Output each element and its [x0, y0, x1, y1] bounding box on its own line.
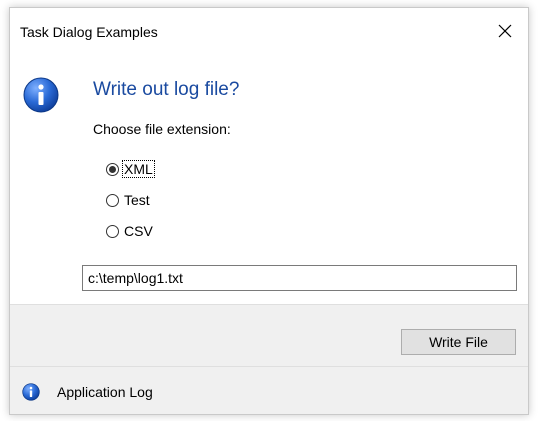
button-area: Write File: [10, 304, 528, 366]
radio-test[interactable]: Test: [106, 190, 151, 210]
title-bar: Task Dialog Examples: [10, 8, 528, 54]
footer: Application Log: [10, 366, 528, 414]
content-text: Choose file extension:: [93, 121, 231, 137]
main-instruction: Write out log file?: [93, 79, 240, 100]
radio-label: Test: [124, 192, 150, 208]
radio-button-checked[interactable]: [106, 162, 119, 176]
radio-csv[interactable]: CSV: [106, 221, 154, 241]
close-button[interactable]: [482, 8, 528, 54]
radio-button[interactable]: [106, 224, 119, 238]
footer-text: Application Log: [57, 384, 153, 400]
radio-xml[interactable]: XML: [106, 159, 155, 179]
radio-label: XML: [122, 160, 155, 178]
window-title: Task Dialog Examples: [20, 24, 158, 40]
information-icon: [23, 77, 59, 113]
dialog-content: Write out log file? Choose file extensio…: [10, 54, 528, 304]
radio-label: CSV: [124, 223, 153, 239]
radio-button[interactable]: [106, 193, 119, 207]
close-icon: [498, 24, 512, 38]
information-icon: [22, 383, 40, 401]
file-path-input[interactable]: [82, 265, 517, 291]
write-file-button[interactable]: Write File: [401, 329, 516, 355]
task-dialog: Task Dialog Examples Write out log file?…: [9, 7, 529, 415]
